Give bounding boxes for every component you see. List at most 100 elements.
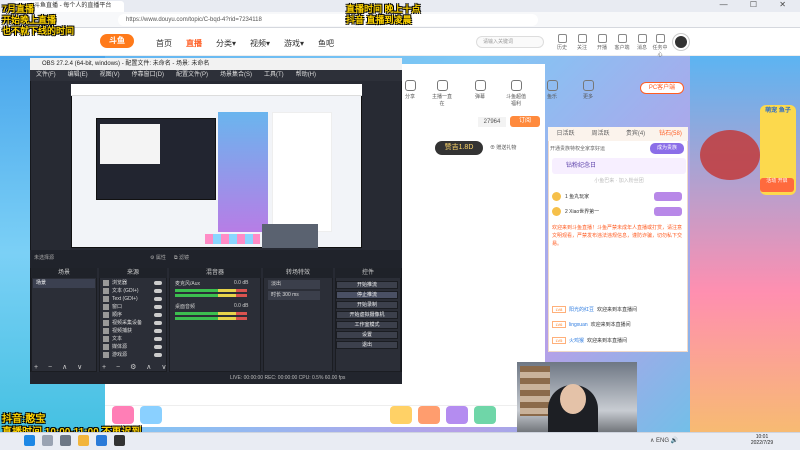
source-item[interactable]: 顺序 xyxy=(102,311,164,319)
source-item[interactable]: 游戏源 xyxy=(102,351,164,359)
explorer-icon[interactable] xyxy=(78,435,89,446)
source-dock-buttons[interactable]: + − ⚙ ∧ ∨ xyxy=(102,363,170,371)
source-item[interactable]: 浏览器 xyxy=(102,279,164,287)
transition-duration[interactable]: 时长 300 ms xyxy=(268,291,320,300)
chat-username[interactable]: 火鸡猴 xyxy=(569,338,584,344)
obs-menu-docks[interactable]: 停靠窗口(D) xyxy=(132,70,164,81)
tab-vip[interactable]: 贵宾(4) xyxy=(618,127,653,141)
visibility-icon[interactable] xyxy=(154,305,162,309)
visibility-icon[interactable] xyxy=(154,345,162,349)
welfare-button[interactable]: 斗鱼超值福利 xyxy=(504,80,528,107)
clock-date: 2022/7/29 xyxy=(750,440,774,446)
start-recording-button[interactable]: 开始录制 xyxy=(336,301,398,309)
visibility-icon[interactable] xyxy=(154,289,162,293)
window-controls[interactable]: — ☐ ✕ xyxy=(720,0,796,9)
mixer-dock-header: 混音器 xyxy=(169,268,261,278)
nav-home[interactable]: 首页 xyxy=(156,38,172,49)
scene-item[interactable]: 场景 xyxy=(33,279,95,288)
gift-item[interactable] xyxy=(112,406,134,424)
site-logo[interactable]: 斗鱼 xyxy=(100,34,134,48)
gift-item[interactable] xyxy=(140,406,162,424)
obs-menu-help[interactable]: 帮助(H) xyxy=(296,70,316,81)
avatar[interactable] xyxy=(673,34,689,50)
transition-select[interactable]: 淡出 xyxy=(268,280,320,289)
source-item[interactable]: 窗口 xyxy=(102,303,164,311)
rank-row[interactable]: 1 鱼丸玩家 xyxy=(552,191,686,203)
start-streaming-button[interactable]: 开始推流 xyxy=(336,281,398,289)
url-field[interactable]: https://www.douyu.com/topic/C-bqd-4?rid=… xyxy=(118,14,538,26)
nav-yuba[interactable]: 鱼吧 xyxy=(318,38,334,49)
visibility-icon[interactable] xyxy=(154,281,162,285)
obs-menu-file[interactable]: 文件(F) xyxy=(36,70,56,81)
obs-menu-profile[interactable]: 配置文件(P) xyxy=(176,70,208,81)
chat-username[interactable]: lingxuan xyxy=(569,322,588,328)
source-item[interactable]: 视频采集设备 xyxy=(102,319,164,327)
site-search-input[interactable]: 请输入关键词 xyxy=(476,36,544,48)
client-button[interactable]: 客户端 xyxy=(613,34,631,51)
source-item[interactable]: 文本 (GDI+) xyxy=(102,287,164,295)
studio-mode-button[interactable]: 工作室模式 xyxy=(336,321,398,329)
clock[interactable]: 10:01 2022/7/29 xyxy=(740,434,784,446)
obs-menu-edit[interactable]: 编辑(E) xyxy=(68,70,88,81)
danmu-button[interactable]: 弹幕 xyxy=(468,80,492,100)
history-button[interactable]: 历史 xyxy=(553,34,571,51)
fun-button[interactable]: 鱼乐 xyxy=(540,80,564,100)
exit-button[interactable]: 退出 xyxy=(336,341,398,349)
source-item[interactable]: 文本 xyxy=(102,335,164,343)
broadcast-button[interactable]: 开播 xyxy=(593,34,611,51)
visibility-icon[interactable] xyxy=(154,337,162,341)
gift-item[interactable] xyxy=(418,406,440,424)
source-item[interactable]: 媒体源 xyxy=(102,343,164,351)
start-icon[interactable] xyxy=(24,435,35,446)
settings-button[interactable]: 设置 xyxy=(336,331,398,339)
visibility-icon[interactable] xyxy=(154,297,162,301)
tab-diamond[interactable]: 钻石(58) xyxy=(653,127,688,141)
more-icon xyxy=(582,80,594,91)
more-button[interactable]: 更多 xyxy=(576,80,600,100)
system-tray[interactable]: ∧ ENG 🔊 xyxy=(650,437,678,444)
level-badge: LV5 xyxy=(552,337,566,345)
pc-client-button[interactable]: PC客户端 xyxy=(640,82,684,94)
browser-icon[interactable] xyxy=(96,435,107,446)
obs-menu-tools[interactable]: 工具(T) xyxy=(264,70,284,81)
search-icon[interactable] xyxy=(42,435,53,446)
send-gift-link[interactable]: ⊕ 赠送礼物 xyxy=(490,144,540,151)
nav-game[interactable]: 游戏▾ xyxy=(284,38,304,49)
noble-button[interactable]: 成为贵族 xyxy=(650,143,684,154)
follow-button[interactable]: 关注 xyxy=(573,34,591,51)
message-button[interactable]: 消息 xyxy=(633,34,651,51)
properties-button[interactable]: ⚙ 属性 xyxy=(150,254,166,261)
gift-item[interactable] xyxy=(474,406,496,424)
fan-anniversary-bar[interactable]: 钻粉纪念日 xyxy=(552,158,686,174)
task-button[interactable]: 任务中心 xyxy=(651,34,669,58)
subscribe-button[interactable]: 订阅 xyxy=(510,116,540,127)
nav-live[interactable]: 直播 xyxy=(186,38,202,49)
nav-video[interactable]: 视频▾ xyxy=(250,38,270,49)
visibility-icon[interactable] xyxy=(154,329,162,333)
volume-slider[interactable] xyxy=(175,317,247,320)
nav-category[interactable]: 分类▾ xyxy=(216,38,236,49)
tab-weekly[interactable]: 周活跃 xyxy=(583,127,618,141)
obs-icon[interactable] xyxy=(114,435,125,446)
task-view-icon[interactable] xyxy=(60,435,71,446)
scene-dock-buttons[interactable]: + − ∧ ∨ xyxy=(34,363,86,371)
chat-username[interactable]: 阳光的红豆 xyxy=(569,307,594,313)
gift-badge[interactable]: 赞吉1.8D xyxy=(435,141,483,155)
tab-daily[interactable]: 日活跃 xyxy=(548,127,583,141)
rank-row[interactable]: 2 Xiao世界第一 xyxy=(552,206,686,218)
source-item[interactable]: Text (GDI+) xyxy=(102,295,164,303)
visibility-icon[interactable] xyxy=(154,313,162,317)
gift-item[interactable] xyxy=(446,406,468,424)
streamer-button[interactable]: 主播一直在 xyxy=(430,80,454,107)
event-ad[interactable]: 活动 开启 xyxy=(760,178,794,192)
volume-slider[interactable] xyxy=(175,294,247,297)
source-item[interactable]: 视频捕获 xyxy=(102,327,164,335)
virtual-camera-button[interactable]: 开始虚拟摄像机 xyxy=(336,311,398,319)
stop-streaming-button[interactable]: 停止推流 xyxy=(336,291,398,299)
obs-menu-view[interactable]: 视图(V) xyxy=(100,70,120,81)
obs-menu-scene-collection[interactable]: 场景集合(S) xyxy=(220,70,252,81)
filters-button[interactable]: ⧉ 滤镜 xyxy=(174,254,189,261)
visibility-icon[interactable] xyxy=(154,353,162,357)
gift-item[interactable] xyxy=(390,406,412,424)
visibility-icon[interactable] xyxy=(154,321,162,325)
